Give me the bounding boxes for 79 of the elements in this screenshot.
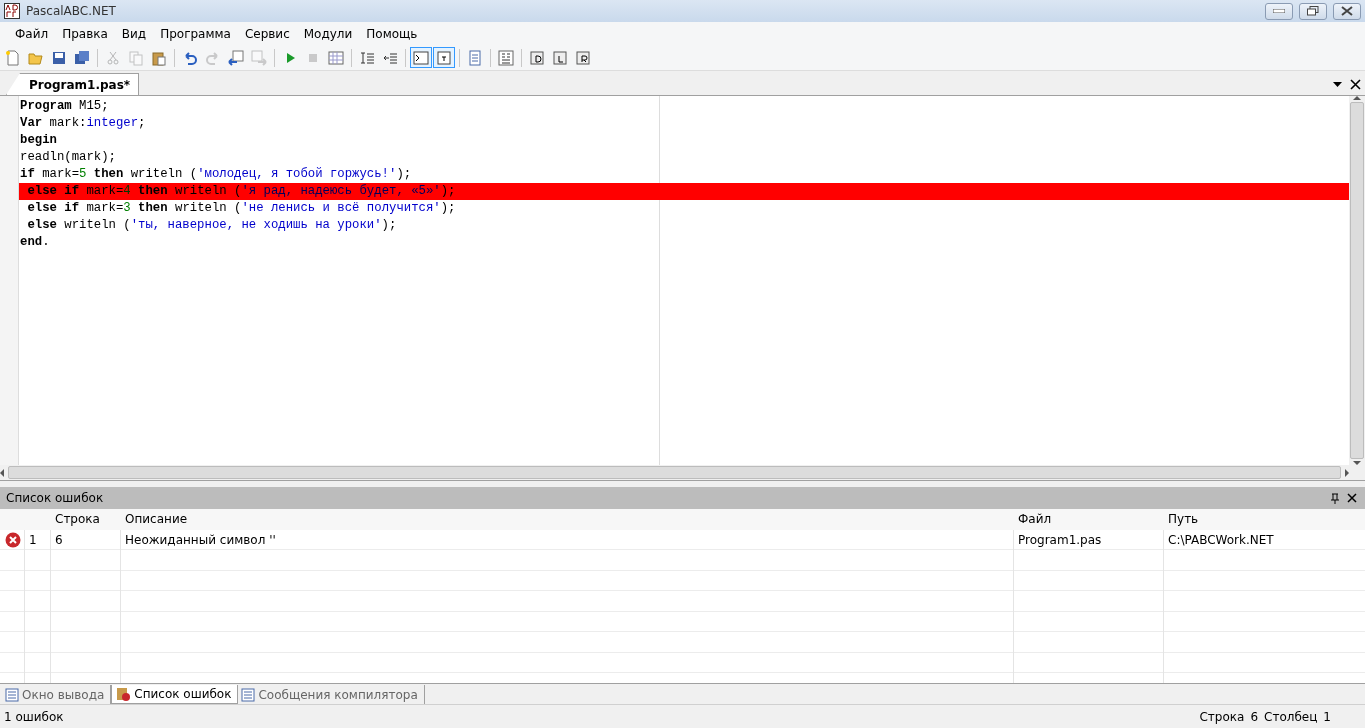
scissors-icon [105, 49, 121, 66]
column-header[interactable]: Описание [120, 509, 1013, 530]
new-file-icon [5, 49, 21, 66]
table-cell-text: Program1.pas [1017, 531, 1103, 549]
menu-item[interactable]: Модули [296, 24, 360, 43]
app-logo-icon [4, 3, 20, 19]
table-cell-text: 6 [54, 531, 64, 549]
code-line: else if mark=3 then writeln ('не ленись и всё получится'); [26, 200, 457, 217]
minimize-icon [1273, 9, 1285, 13]
code-line: end. [19, 234, 51, 251]
close-icon [1347, 493, 1357, 503]
window-button[interactable] [433, 47, 455, 68]
column-header[interactable]: Путь [1163, 509, 1365, 530]
panel-tab[interactable]: Сообщения компилятора [238, 685, 425, 704]
table-cell-text: C:\PABCWork.NET [1167, 531, 1275, 549]
close-icon [1350, 78, 1361, 90]
code-line: Var mark:integer; [19, 115, 147, 132]
code-line: Program M15; [19, 98, 110, 115]
letter-sheet-icon [529, 49, 545, 66]
console-button[interactable] [410, 47, 432, 68]
copy-icon [128, 49, 144, 66]
console-icon [413, 49, 429, 66]
table-cell-text: 1 [28, 531, 38, 549]
status-column-value: 1 [1323, 709, 1331, 724]
menu-item[interactable]: Сервис [237, 24, 297, 43]
close-button[interactable] [1333, 2, 1361, 20]
letter-sheet-icon [575, 49, 591, 66]
clipboard-error-icon [115, 686, 132, 702]
window-title: PascalABC.NET [26, 4, 117, 18]
horizontal-scrollbar[interactable] [0, 465, 1365, 480]
code-line: else writeln ('ты, наверное, не ходишь на уроки'); [26, 217, 398, 234]
table-cell-text: Неожиданный символ '' [124, 531, 277, 549]
status-line-value: 6 [1250, 709, 1258, 724]
code-line: readln(mark); [19, 149, 117, 166]
document-lines-icon [241, 687, 256, 702]
paste-icon [151, 49, 167, 66]
document-arrow-button[interactable] [225, 47, 247, 68]
undo-icon [182, 49, 198, 66]
panel-tab[interactable]: Окно вывода [2, 685, 112, 704]
window-icon [436, 49, 452, 66]
menu-item[interactable]: Вид [114, 24, 154, 43]
document-arrow-icon [251, 49, 267, 66]
document-arrow-icon [228, 49, 244, 66]
code-icon [498, 49, 514, 66]
status-line-label: Строка [1199, 709, 1245, 724]
menu-item[interactable]: Правка [55, 24, 115, 43]
status-message: 1 ошибок [4, 709, 65, 724]
pin-icon [1331, 492, 1339, 504]
save-all-icon [74, 49, 90, 66]
document-lines-icon [467, 49, 483, 66]
save-icon [51, 49, 67, 66]
code-line: if mark=5 then writeln ('молодец, я тобой горжусь!'); [19, 166, 413, 183]
indent-icon [359, 49, 375, 66]
letter-sheet-icon [552, 49, 568, 66]
grid-icon [328, 49, 344, 66]
restore-icon [1307, 6, 1319, 16]
menu-item[interactable]: Помощь [359, 24, 425, 43]
scroll-thumb[interactable] [8, 466, 1341, 479]
close-icon [1341, 6, 1353, 16]
code-line: begin [19, 132, 58, 149]
minimize-button[interactable] [1265, 2, 1293, 20]
menu-item[interactable]: Файл [8, 24, 56, 43]
error-icon [5, 531, 21, 548]
panel-title: Список ошибок [6, 491, 105, 505]
caret-icon [1333, 81, 1342, 87]
status-column-label: Столбец [1264, 709, 1318, 724]
restore-button[interactable] [1299, 2, 1327, 20]
column-header[interactable]: Файл [1013, 509, 1163, 530]
code-button[interactable] [495, 47, 517, 68]
scroll-left-icon[interactable] [0, 468, 4, 477]
column-header[interactable]: Строка [50, 509, 120, 530]
vertical-scrollbar[interactable] [1349, 96, 1365, 465]
document-lines-icon [5, 687, 19, 702]
panel-tab[interactable]: Список ошибок [111, 685, 239, 704]
scroll-thumb[interactable] [1350, 102, 1364, 459]
scroll-right-icon[interactable] [1345, 468, 1349, 477]
document-tab[interactable]: Program1.pas* [6, 73, 140, 95]
menu-item[interactable]: Программа [153, 24, 238, 43]
redo-icon [205, 49, 221, 66]
